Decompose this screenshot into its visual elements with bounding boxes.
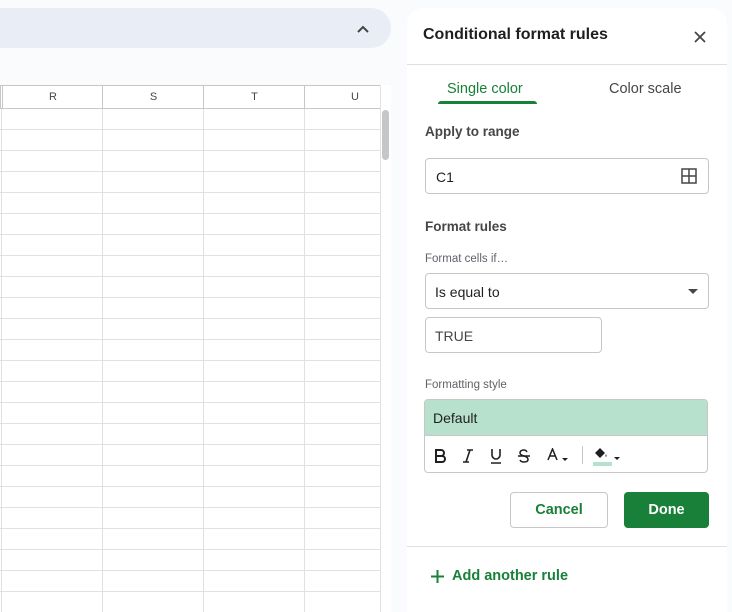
strikethrough-icon <box>518 449 530 463</box>
plus-icon <box>431 569 444 583</box>
toolbar-collapsed-bar <box>0 8 391 48</box>
add-another-rule-button[interactable]: Add another rule <box>431 566 568 586</box>
column-header-u[interactable]: U <box>304 85 391 108</box>
chevron-up-icon <box>357 25 369 33</box>
dropdown-arrow-icon <box>688 289 698 294</box>
strikethrough-button[interactable] <box>516 445 532 467</box>
tab-color-scale[interactable]: Color scale <box>609 81 682 97</box>
footer-divider <box>407 546 727 547</box>
active-tab-indicator <box>438 101 537 104</box>
text-color-icon <box>547 448 568 461</box>
format-rules-heading: Format rules <box>425 219 507 234</box>
condition-value-text: TRUE <box>435 328 474 344</box>
sheet-grid[interactable]: R S T U <box>0 85 391 612</box>
apply-to-range-label: Apply to range <box>425 124 520 139</box>
toolbar-separator <box>582 446 583 464</box>
vertical-scrollbar-track[interactable] <box>380 85 391 612</box>
column-header-row: R S T U <box>0 85 391 109</box>
style-preview[interactable]: Default <box>425 400 707 436</box>
vertical-scrollbar-thumb[interactable] <box>382 110 389 160</box>
conditional-format-panel: Conditional format rules Single color Co… <box>407 8 727 612</box>
tab-single-color[interactable]: Single color <box>447 81 523 97</box>
condition-value: Is equal to <box>435 284 500 300</box>
fill-color-icon <box>593 448 620 466</box>
add-another-rule-label: Add another rule <box>452 568 569 584</box>
formatting-style-label: Formatting style <box>425 379 507 391</box>
collapse-toolbar-button[interactable] <box>351 20 375 38</box>
column-header-s[interactable]: S <box>102 85 204 108</box>
panel-title: Conditional format rules <box>423 26 608 43</box>
close-panel-button[interactable] <box>691 28 709 46</box>
bold-icon <box>435 449 446 463</box>
condition-value-input[interactable]: TRUE <box>425 317 602 353</box>
column-header-r[interactable]: R <box>2 85 103 108</box>
condition-select[interactable]: Is equal to <box>425 273 709 309</box>
underline-button[interactable] <box>488 445 504 467</box>
italic-icon <box>463 449 473 463</box>
bold-button[interactable] <box>432 445 448 467</box>
range-value: C1 <box>436 169 454 185</box>
range-input[interactable]: C1 <box>425 158 709 194</box>
style-preview-text: Default <box>433 410 478 426</box>
formatting-style-box: Default <box>424 399 708 473</box>
underline-icon <box>491 449 501 464</box>
column-header-t[interactable]: T <box>203 85 305 108</box>
cell-grid[interactable] <box>0 109 380 612</box>
header-divider <box>407 64 727 65</box>
italic-button[interactable] <box>460 445 476 467</box>
select-range-icon[interactable] <box>681 168 697 184</box>
format-cells-if-label: Format cells if… <box>425 253 509 265</box>
text-color-button[interactable] <box>543 445 573 467</box>
close-icon <box>694 31 706 43</box>
fill-color-button[interactable] <box>591 445 623 467</box>
cancel-button[interactable]: Cancel <box>510 492 608 528</box>
done-button[interactable]: Done <box>624 492 709 528</box>
